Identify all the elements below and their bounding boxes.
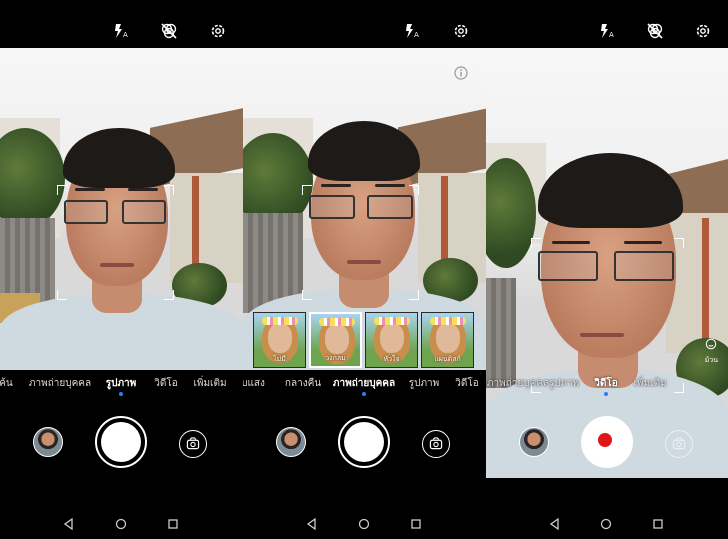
filter-option[interactable]: หัวใจ (365, 312, 418, 368)
filter-option[interactable]: แผ่นดิสก์ (421, 312, 474, 368)
mode-item[interactable]: ับแสง (243, 376, 265, 391)
home-circle-icon[interactable] (358, 518, 370, 530)
active-mode-indicator (119, 392, 123, 396)
flash-auto-icon[interactable] (598, 22, 616, 40)
system-nav-bar (0, 500, 243, 539)
capture-controls (0, 400, 243, 485)
mode-item-active[interactable]: ภาพถ่ายบุคคล (333, 376, 395, 391)
mode-item[interactable]: เพิ่มเติม (193, 376, 226, 391)
mode-item[interactable]: รูปภาพ (409, 376, 440, 391)
switch-camera-icon[interactable] (179, 430, 207, 458)
sticker-label: ม้วน (704, 356, 718, 364)
recents-square-icon[interactable] (652, 518, 664, 530)
camera-screen-video: ม้วน ภาพถ่ายบุคคล รูปภาพ วิดีโอ เพิ่มเติ… (486, 0, 728, 539)
filter-label: ไม่มี (273, 355, 286, 363)
mode-selector[interactable]: ค้น ภาพถ่ายบุคคล รูปภาพ วิดีโอ เพิ่มเติม (0, 370, 243, 400)
mode-item[interactable]: รูปภาพ (549, 376, 580, 391)
mode-item-active[interactable]: รูปภาพ (106, 376, 137, 391)
switch-camera-icon[interactable] (422, 430, 450, 458)
back-triangle-icon[interactable] (549, 518, 561, 530)
gallery-thumbnail[interactable] (33, 427, 63, 457)
active-mode-indicator (362, 392, 366, 396)
info-icon[interactable] (454, 66, 468, 80)
camera-viewfinder[interactable]: ไม่มี วงกลม หัวใจ แผ่นดิสก์ (243, 48, 486, 370)
shutter-button[interactable] (338, 416, 390, 468)
mode-item[interactable]: ค้น (0, 376, 13, 391)
camera-top-bar (486, 0, 728, 48)
camera-viewfinder[interactable] (0, 48, 243, 370)
system-nav-bar (486, 500, 728, 539)
recents-square-icon[interactable] (410, 518, 422, 530)
mode-item[interactable]: กลางคืน (285, 376, 321, 391)
face-focus-frame (302, 185, 419, 300)
camera-top-bar (243, 0, 486, 48)
sticker-icon (705, 338, 717, 350)
shutter-button[interactable] (95, 416, 147, 468)
mode-item[interactable]: เพิ่มเติม (633, 376, 666, 391)
system-nav-bar (243, 500, 486, 539)
home-circle-icon[interactable] (115, 518, 127, 530)
filter-option-selected[interactable]: วงกลม (309, 312, 362, 368)
settings-gear-icon[interactable] (209, 22, 227, 40)
filter-label: หัวใจ (383, 355, 400, 363)
sticker-button[interactable]: ม้วน (705, 335, 718, 366)
mode-item[interactable]: ภาพถ่ายบุคคล (487, 376, 549, 391)
camera-top-bar (0, 0, 243, 48)
mode-item-active[interactable]: วิดีโอ (594, 376, 618, 391)
camera-screen-photo: ค้น ภาพถ่ายบุคคล รูปภาพ วิดีโอ เพิ่มเติม (0, 0, 243, 539)
mode-selector[interactable]: ับแสง กลางคืน ภาพถ่ายบุคคล รูปภาพ วิดีโอ (243, 370, 486, 400)
record-button[interactable] (581, 416, 633, 468)
flash-auto-icon[interactable] (112, 22, 130, 40)
filter-off-icon[interactable] (160, 22, 178, 40)
settings-gear-icon[interactable] (452, 22, 470, 40)
mode-selector[interactable]: ภาพถ่ายบุคคล รูปภาพ วิดีโอ เพิ่มเติม (486, 370, 728, 400)
mode-item[interactable]: วิดีโอ (154, 376, 178, 391)
switch-camera-icon[interactable] (665, 430, 693, 458)
active-mode-indicator (604, 392, 608, 396)
home-circle-icon[interactable] (600, 518, 612, 530)
recents-square-icon[interactable] (167, 518, 179, 530)
gallery-thumbnail[interactable] (519, 427, 549, 457)
flash-auto-icon[interactable] (403, 22, 421, 40)
face-focus-frame (57, 185, 174, 300)
mode-item[interactable]: วิดีโอ (455, 376, 479, 391)
filter-label: วงกลม (325, 354, 346, 362)
mode-item[interactable]: ภาพถ่ายบุคคล (29, 376, 91, 391)
filter-off-icon[interactable] (646, 22, 664, 40)
capture-controls (486, 400, 728, 485)
capture-controls (243, 400, 486, 485)
settings-gear-icon[interactable] (694, 22, 712, 40)
camera-screen-portrait: ไม่มี วงกลม หัวใจ แผ่นดิสก์ ับแสง กลางคื… (243, 0, 486, 539)
back-triangle-icon[interactable] (306, 518, 318, 530)
filter-label: แผ่นดิสก์ (434, 355, 461, 363)
filter-option[interactable]: ไม่มี (253, 312, 306, 368)
gallery-thumbnail[interactable] (276, 427, 306, 457)
back-triangle-icon[interactable] (63, 518, 75, 530)
